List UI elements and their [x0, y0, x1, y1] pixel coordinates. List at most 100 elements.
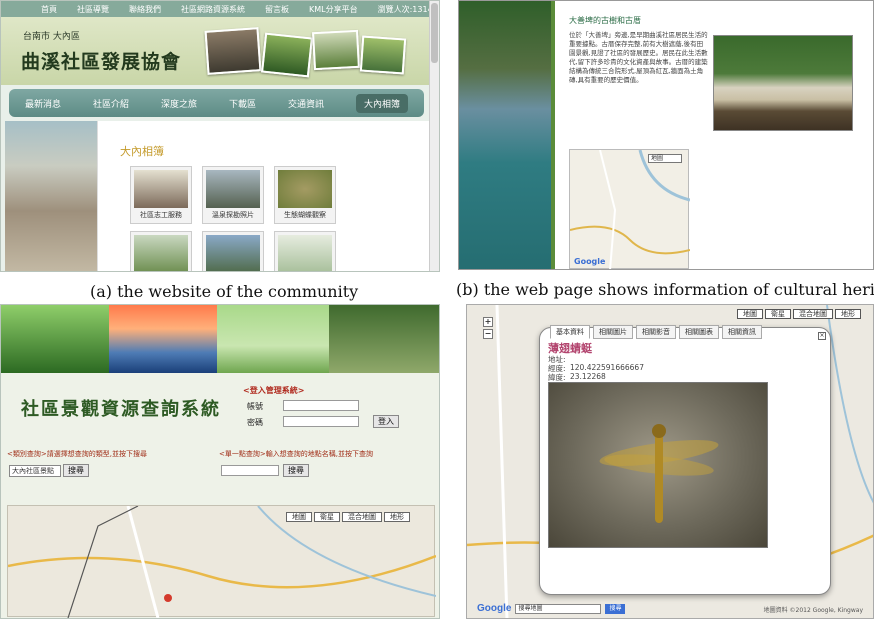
map-type-select[interactable]: 地圖: [648, 154, 682, 163]
album-title: 大內相簿: [120, 145, 164, 158]
album-thumb-label: 社區志工服務: [140, 211, 182, 219]
password-input[interactable]: [283, 416, 359, 427]
top-link-home[interactable]: 首頁: [41, 4, 57, 15]
map-type-tabs: 地圖 衛星 混合地圖 地形: [737, 309, 861, 319]
nav-deep-tour[interactable]: 深度之旅: [161, 97, 197, 110]
map-search-button[interactable]: 搜尋: [605, 603, 626, 614]
dragonfly-photo: [548, 382, 768, 548]
zoom-control: + −: [483, 317, 495, 355]
header-photo-house: [204, 27, 262, 75]
top-link-bar: 首頁 社區導覽 聯絡我們 社區網路資源系統 留言板 KML分享平台 瀏覽人次:1…: [1, 1, 439, 17]
site-header: 台南市 大內區 曲溪社區發展協會: [1, 17, 431, 85]
vertical-scrollbar[interactable]: [429, 1, 439, 271]
top-link-contact[interactable]: 聯絡我們: [129, 4, 161, 15]
header-photo-leaves: [261, 32, 313, 78]
album-thumb[interactable]: 社區志工服務: [130, 166, 192, 224]
category-query-hint: <類別查詢>請選擇想查詢的類型,並按下搜尋: [7, 450, 147, 458]
popup-tabs: 基本資料 相關圖片 相關影音 相關圖表 相關資訊: [550, 325, 762, 339]
side-landscape-photo: [5, 121, 97, 271]
album-thumb-image: [278, 170, 332, 208]
map-copyright: 地圖資料 ©2012 Google, Kingway: [763, 607, 863, 614]
banner-bird-photo: [329, 305, 439, 373]
map-type-tabs: 地圖 衛星 混合地圖 地形: [286, 512, 410, 522]
album-thumb[interactable]: 生態蝴蝶觀察: [274, 166, 336, 224]
query-map[interactable]: 地圖 衛星 混合地圖 地形: [7, 505, 436, 618]
map-tab-satellite[interactable]: 衛星: [314, 512, 340, 522]
caption-a: (a) the website of the community: [90, 282, 359, 301]
category-select[interactable]: 大內社區景點: [9, 465, 61, 477]
zoom-in-icon[interactable]: +: [483, 317, 493, 327]
map-tab-terrain[interactable]: 地形: [835, 309, 861, 319]
google-logo: Google: [574, 257, 606, 266]
map-footer: Google 搜尋地圖 搜尋: [477, 603, 626, 614]
album-thumb-label: 溫泉探勘照片: [212, 211, 254, 219]
header-photo-plant: [359, 35, 407, 75]
point-search-input[interactable]: [221, 465, 279, 476]
album-thumb[interactable]: [130, 231, 192, 271]
city-label: 台南市 大內區: [23, 32, 80, 42]
map-tab-map[interactable]: 地圖: [737, 309, 763, 319]
map-tab-satellite[interactable]: 衛星: [765, 309, 791, 319]
map-tab-map[interactable]: 地圖: [286, 512, 312, 522]
main-nav: 最新消息 社區介紹 深度之旅 下載區 交通資訊 大內相簿: [9, 89, 424, 117]
heritage-house-photo: [713, 35, 853, 131]
longitude-value: 120.422591666667: [570, 363, 644, 372]
dragonfly-shape: [599, 424, 719, 523]
point-query-hint: <單一點查詢>輸入想查詢的地點名稱,並按下查詢: [219, 450, 373, 458]
map-tab-hybrid[interactable]: 混合地圖: [342, 512, 382, 522]
album-thumb-image: [134, 170, 188, 208]
nav-news[interactable]: 最新消息: [25, 97, 61, 110]
google-logo: Google: [477, 603, 512, 614]
side-lake-photo: [459, 1, 551, 269]
category-search-button[interactable]: 搜尋: [63, 464, 89, 477]
album-thumb-image: [206, 235, 260, 271]
popup-tab-videos[interactable]: 相關影音: [636, 325, 676, 339]
query-map-roads: [8, 506, 436, 618]
nav-album[interactable]: 大內相簿: [355, 93, 408, 113]
top-link-tour[interactable]: 社區導覽: [77, 4, 109, 15]
site-logo[interactable]: 曲溪社區發展協會: [21, 47, 181, 74]
banner-wetland-photo: [217, 305, 329, 373]
map-tab-hybrid[interactable]: 混合地圖: [793, 309, 833, 319]
heritage-article: 大善埤的古樹和古厝 位於「大善埤」旁邊,是早期曲溪社區居民生活的重要據點。古厝保…: [551, 1, 873, 269]
location-minimap[interactable]: 地圖 Google: [569, 149, 690, 269]
top-link-guestbook[interactable]: 留言板: [265, 4, 289, 15]
album-thumb-image: [134, 235, 188, 271]
account-label: 帳號: [247, 402, 263, 411]
login-title: <登入管理系統>: [243, 386, 305, 395]
map-popup-panel: 地圖 衛星 混合地圖 地形 + − 基本資料 相關圖片 相關影音 相關圖表 相關…: [466, 304, 874, 619]
password-label: 密碼: [247, 418, 263, 427]
scrollbar-thumb[interactable]: [431, 3, 438, 63]
map-tab-terrain[interactable]: 地形: [384, 512, 410, 522]
landscape-query-panel: 社區景觀資源查詢系統 <登入管理系統> 帳號 密碼 登入 <類別查詢>請選擇想查…: [0, 304, 440, 619]
nav-traffic[interactable]: 交通資訊: [288, 97, 324, 110]
heritage-page-panel: 大善埤的古樹和古厝 位於「大善埤」旁邊,是早期曲溪社區居民生活的重要據點。古厝保…: [458, 0, 874, 270]
top-link-kml[interactable]: KML分享平台: [309, 4, 358, 15]
album-thumb-image: [278, 235, 332, 271]
album-thumb-label: 生態蝴蝶觀察: [284, 211, 326, 219]
popup-tab-images[interactable]: 相關圖片: [593, 325, 633, 339]
login-button[interactable]: 登入: [373, 415, 399, 428]
account-input[interactable]: [283, 400, 359, 411]
banner-sunset-photo: [109, 305, 217, 373]
point-search-button[interactable]: 搜尋: [283, 464, 309, 477]
popup-tab-basic[interactable]: 基本資料: [550, 325, 590, 339]
album-content: 大內相簿 社區志工服務 溫泉探勘照片 生態蝴蝶觀察: [97, 121, 431, 271]
map-search-input[interactable]: 搜尋地圖: [515, 603, 602, 614]
banner-leaf-photo: [1, 305, 109, 373]
album-thumb[interactable]: [202, 231, 264, 271]
popup-tab-charts[interactable]: 相關圖表: [679, 325, 719, 339]
nav-about[interactable]: 社區介紹: [93, 97, 129, 110]
header-photo-field: [312, 29, 360, 71]
info-popup: 基本資料 相關圖片 相關影音 相關圖表 相關資訊 × 薄翅蜻蜓 地址: 經度: …: [539, 325, 831, 595]
community-website-panel: 首頁 社區導覽 聯絡我們 社區網路資源系統 留言板 KML分享平台 瀏覽人次:1…: [0, 0, 440, 272]
close-icon[interactable]: ×: [818, 332, 826, 340]
nature-banner: [1, 305, 439, 373]
album-thumb[interactable]: 溫泉探勘照片: [202, 166, 264, 224]
nav-download[interactable]: 下載區: [229, 97, 256, 110]
top-link-resource-system[interactable]: 社區網路資源系統: [181, 4, 245, 15]
caption-b: (b) the web page shows information of cu…: [456, 280, 874, 299]
popup-tab-info[interactable]: 相關資訊: [722, 325, 762, 339]
zoom-out-icon[interactable]: −: [483, 329, 493, 339]
album-thumb[interactable]: [274, 231, 336, 271]
